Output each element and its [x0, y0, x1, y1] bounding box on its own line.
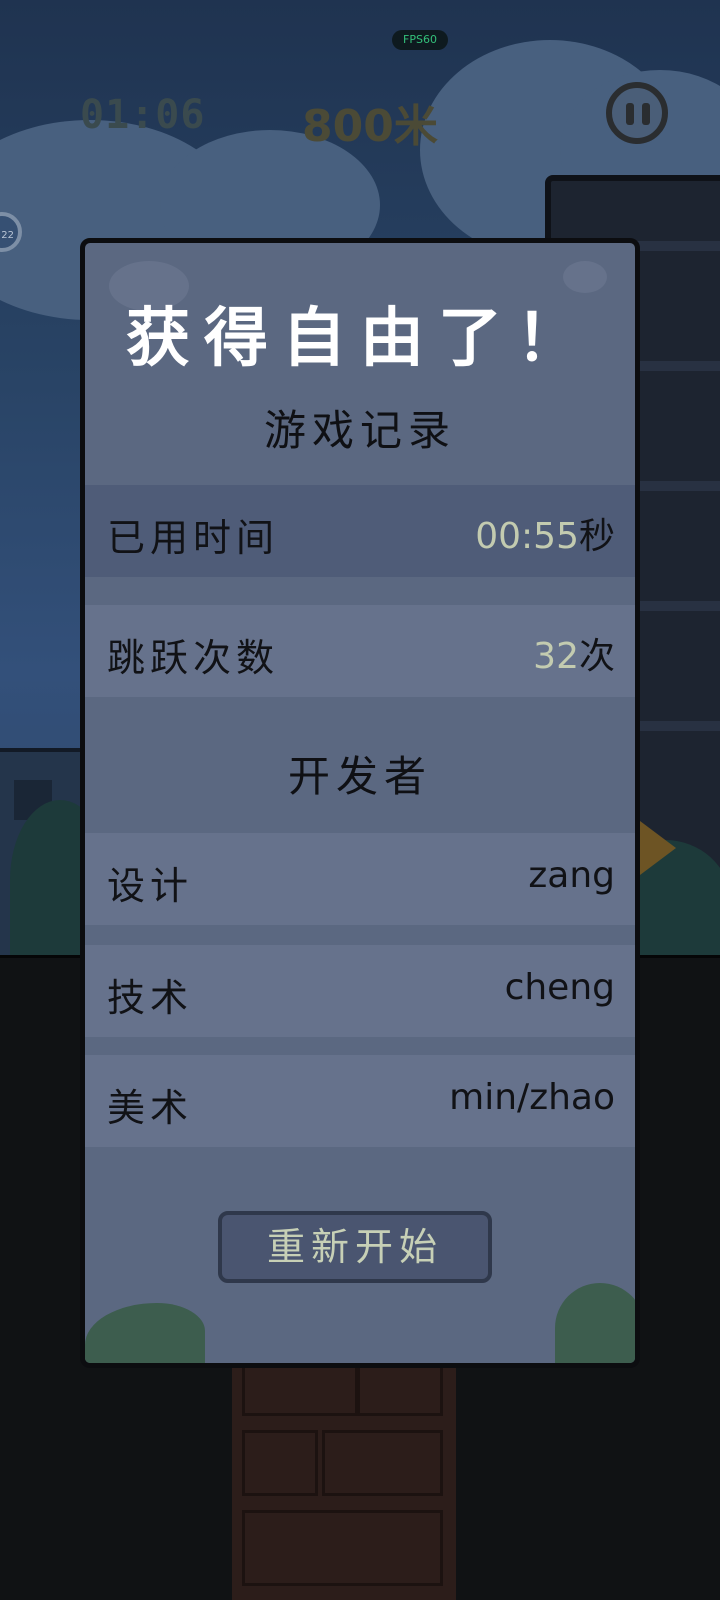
credit-row-art: 美术 min/zhao	[85, 1055, 635, 1147]
credit-label: 美术	[107, 1086, 194, 1130]
grass-decor	[85, 1303, 205, 1363]
stat-value: 32次	[533, 627, 615, 679]
credit-row-design: 设计 zang	[85, 833, 635, 925]
credits-section-title: 开发者	[287, 752, 432, 801]
fps-counter: FPS60	[392, 30, 448, 50]
stat-number: 32	[533, 636, 579, 677]
dialog-title: 获得自由了！	[126, 302, 594, 376]
pause-button[interactable]	[606, 82, 668, 144]
credit-label: 设计	[107, 864, 194, 908]
hud-timer: 01:06	[80, 92, 206, 138]
pause-icon	[626, 103, 634, 125]
brick-pillar	[232, 1330, 456, 1600]
credit-value: cheng	[504, 967, 615, 1008]
credit-value: min/zhao	[449, 1077, 615, 1118]
hud-distance: 800米	[302, 101, 438, 152]
credit-value: zang	[528, 855, 615, 896]
stat-value: 00:55秒	[475, 507, 615, 559]
spike-obstacle	[636, 818, 676, 878]
stat-unit: 次	[578, 636, 615, 677]
stat-number: 00:55	[475, 516, 579, 557]
pause-icon	[642, 103, 650, 125]
stat-label: 跳跃次数	[107, 636, 280, 680]
record-section-title: 游戏记录	[263, 406, 456, 455]
stat-row-jumps: 跳跃次数 32次	[85, 605, 635, 697]
grass-decor	[555, 1283, 635, 1363]
stat-label: 已用时间	[107, 516, 280, 560]
stat-unit: 秒	[578, 516, 615, 557]
restart-button[interactable]: 重新开始	[218, 1211, 492, 1283]
credit-label: 技术	[107, 976, 194, 1020]
credit-row-tech: 技术 cheng	[85, 945, 635, 1037]
result-dialog: 获得自由了！ 游戏记录 已用时间 00:55秒 跳跃次数 32次 开发者 设计 …	[80, 238, 640, 1368]
stat-row-time: 已用时间 00:55秒	[85, 485, 635, 577]
